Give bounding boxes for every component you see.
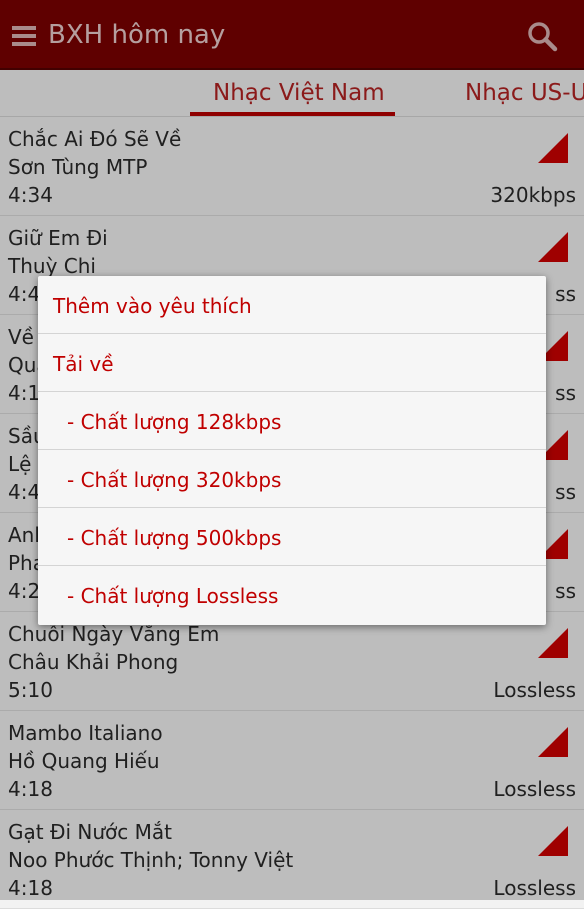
menu-item-add-favorite[interactable]: Thêm vào yêu thích (38, 276, 546, 334)
menu-item-label: - Chất lượng 320kbps (67, 468, 282, 492)
menu-item-quality-lossless[interactable]: - Chất lượng Lossless (38, 566, 546, 624)
menu-item-download[interactable]: Tải về (38, 334, 546, 392)
menu-item-label: - Chất lượng 500kbps (67, 526, 282, 550)
menu-item-quality-128[interactable]: - Chất lượng 128kbps (38, 392, 546, 450)
menu-item-label: - Chất lượng Lossless (67, 584, 279, 608)
context-menu-dialog: Thêm vào yêu thích Tải về - Chất lượng 1… (38, 276, 546, 625)
menu-item-label: Thêm vào yêu thích (53, 294, 252, 318)
menu-item-label: Tải về (53, 352, 114, 376)
menu-item-quality-320[interactable]: - Chất lượng 320kbps (38, 450, 546, 508)
menu-item-quality-500[interactable]: - Chất lượng 500kbps (38, 508, 546, 566)
menu-item-label: - Chất lượng 128kbps (67, 410, 282, 434)
